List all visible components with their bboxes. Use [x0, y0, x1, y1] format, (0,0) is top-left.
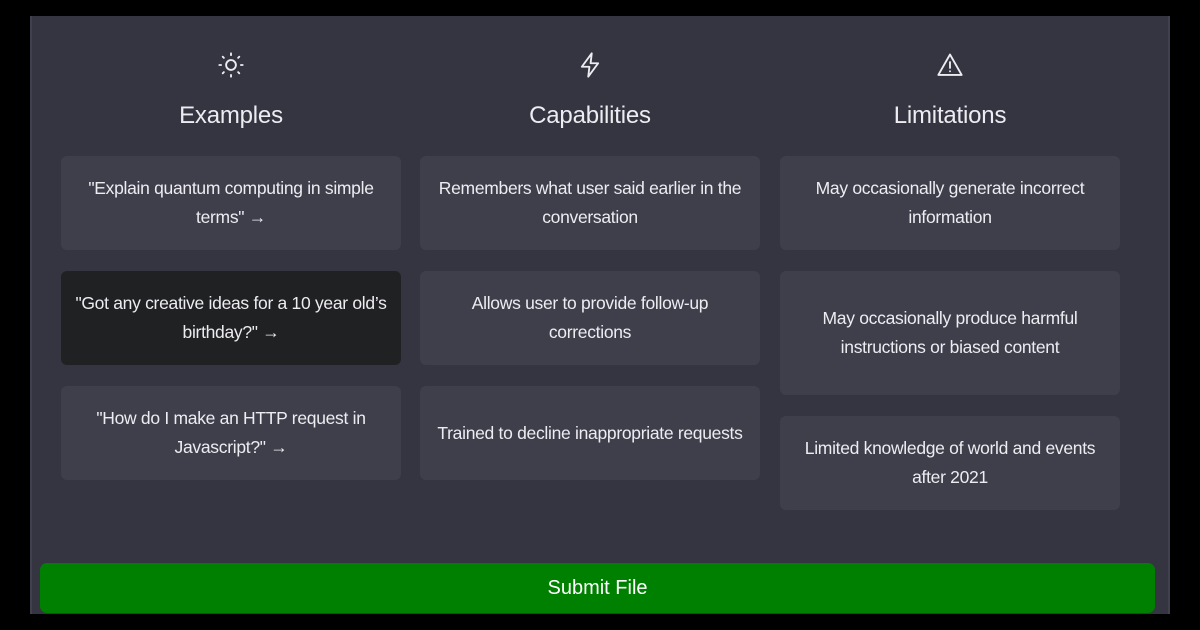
column-title-capabilities: Capabilities	[529, 102, 651, 129]
column-limitations: Limitations May occasionally generate in…	[780, 16, 1120, 510]
column-examples: Examples "Explain quantum computing in s…	[61, 16, 401, 480]
column-header: Capabilities	[420, 16, 760, 156]
sun-icon	[215, 49, 247, 81]
capability-card: Trained to decline inappropriate request…	[420, 386, 760, 480]
column-capabilities: Capabilities Remembers what user said ea…	[420, 16, 760, 480]
example-card-quantum[interactable]: "Explain quantum computing in simple ter…	[61, 156, 401, 250]
example-text: "Explain quantum computing in simple ter…	[88, 178, 374, 227]
limitation-text: May occasionally produce harmful instruc…	[822, 308, 1078, 357]
limitation-text: Limited knowledge of world and events af…	[804, 438, 1096, 487]
column-title-limitations: Limitations	[893, 102, 1007, 129]
example-text: "How do I make an HTTP request in Javasc…	[96, 408, 366, 457]
column-title-examples: Examples	[179, 102, 283, 129]
capability-text: Remembers what user said earlier in the …	[438, 178, 742, 227]
lightning-bolt-icon	[574, 49, 606, 81]
capability-text: Allows user to provide follow-up correct…	[471, 293, 709, 342]
warning-triangle-icon	[934, 49, 966, 81]
capability-text: Trained to decline inappropriate request…	[437, 422, 743, 443]
submit-file-button[interactable]: Submit File	[40, 563, 1155, 613]
example-text: "Got any creative ideas for a 10 year ol…	[75, 293, 387, 342]
example-card-birthday[interactable]: "Got any creative ideas for a 10 year ol…	[61, 271, 401, 365]
limitation-card: May occasionally generate incorrect info…	[780, 156, 1120, 250]
limitation-card: Limited knowledge of world and events af…	[780, 416, 1120, 510]
welcome-panel: Examples "Explain quantum computing in s…	[30, 16, 1170, 614]
example-card-http[interactable]: "How do I make an HTTP request in Javasc…	[61, 386, 401, 480]
limitation-card: May occasionally produce harmful instruc…	[780, 271, 1120, 395]
capability-card: Allows user to provide follow-up correct…	[420, 271, 760, 365]
column-header: Limitations	[780, 16, 1120, 156]
capability-card: Remembers what user said earlier in the …	[420, 156, 760, 250]
column-header: Examples	[61, 16, 401, 156]
limitation-text: May occasionally generate incorrect info…	[815, 178, 1085, 227]
